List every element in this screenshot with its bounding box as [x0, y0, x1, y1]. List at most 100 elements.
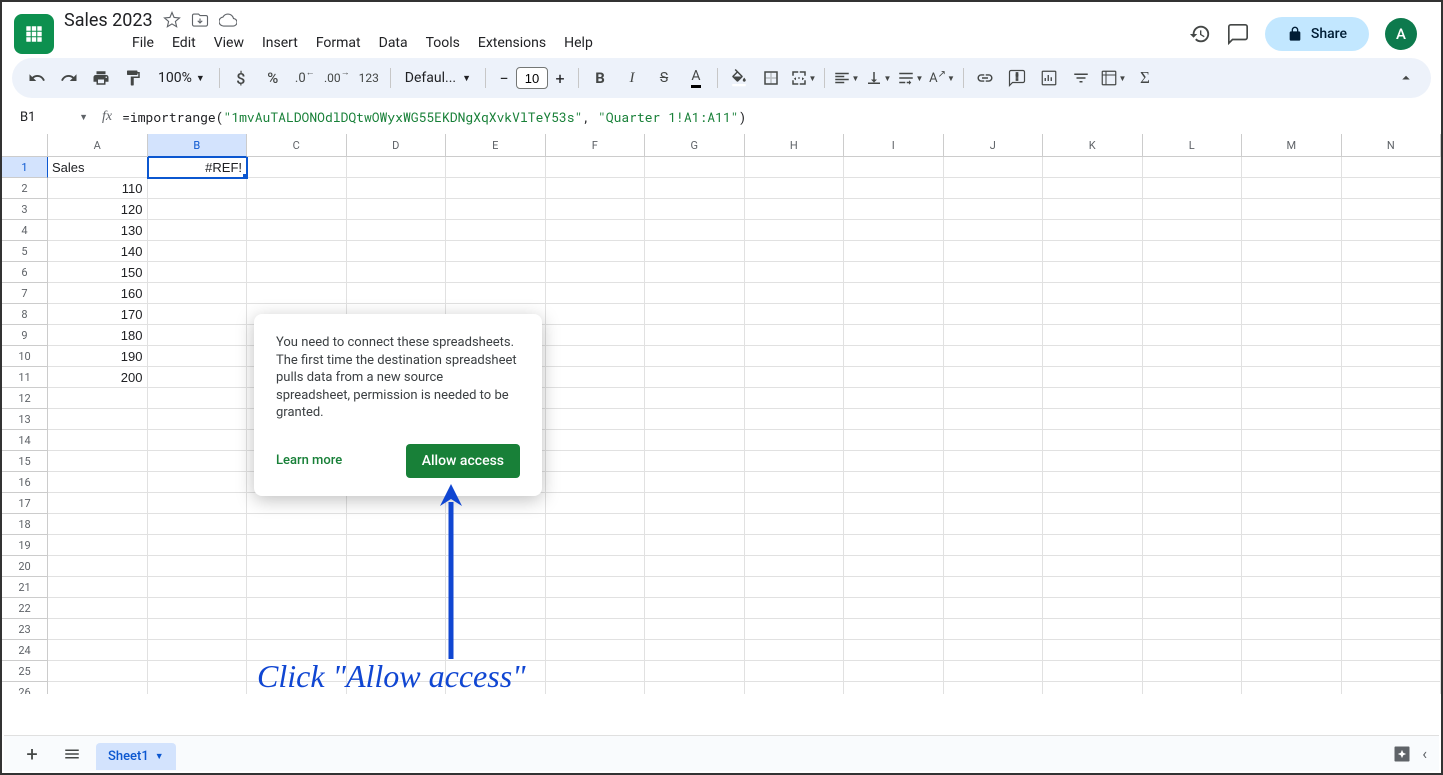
cell-K23[interactable]: [1043, 619, 1143, 640]
collapse-toolbar-button[interactable]: [1391, 63, 1421, 93]
cell-K12[interactable]: [1043, 388, 1143, 409]
cell-K6[interactable]: [1043, 262, 1143, 283]
col-header-G[interactable]: G: [645, 134, 745, 157]
row-header-19[interactable]: 19: [2, 535, 48, 556]
cell-N21[interactable]: [1342, 577, 1442, 598]
cell-F18[interactable]: [546, 514, 646, 535]
row-header-22[interactable]: 22: [2, 598, 48, 619]
learn-more-link[interactable]: Learn more: [276, 453, 342, 468]
cell-L10[interactable]: [1143, 346, 1243, 367]
cell-I4[interactable]: [844, 220, 944, 241]
cell-G1[interactable]: [645, 157, 745, 178]
menu-format[interactable]: Format: [308, 31, 369, 55]
cell-A21[interactable]: [48, 577, 148, 598]
col-header-A[interactable]: A: [48, 134, 148, 157]
cell-I16[interactable]: [844, 472, 944, 493]
cell-J15[interactable]: [944, 451, 1044, 472]
cell-K15[interactable]: [1043, 451, 1143, 472]
row-header-17[interactable]: 17: [2, 493, 48, 514]
cell-I8[interactable]: [844, 304, 944, 325]
cell-H6[interactable]: [745, 262, 845, 283]
col-header-D[interactable]: D: [347, 134, 447, 157]
cell-B15[interactable]: [148, 451, 248, 472]
cell-K13[interactable]: [1043, 409, 1143, 430]
col-header-H[interactable]: H: [745, 134, 845, 157]
cell-L11[interactable]: [1143, 367, 1243, 388]
col-header-J[interactable]: J: [944, 134, 1044, 157]
cell-A24[interactable]: [48, 640, 148, 661]
cell-H22[interactable]: [745, 598, 845, 619]
cell-H23[interactable]: [745, 619, 845, 640]
cell-H25[interactable]: [745, 661, 845, 682]
menu-view[interactable]: View: [206, 31, 252, 55]
text-wrap-button[interactable]: ▼: [895, 63, 925, 93]
cell-N14[interactable]: [1342, 430, 1442, 451]
cell-H26[interactable]: [745, 682, 845, 694]
cell-G5[interactable]: [645, 241, 745, 262]
row-header-21[interactable]: 21: [2, 577, 48, 598]
cell-G23[interactable]: [645, 619, 745, 640]
cell-I20[interactable]: [844, 556, 944, 577]
text-rotation-button[interactable]: A↗▼: [927, 63, 957, 93]
cell-J3[interactable]: [944, 199, 1044, 220]
cell-J26[interactable]: [944, 682, 1044, 694]
cell-J2[interactable]: [944, 178, 1044, 199]
col-header-C[interactable]: C: [247, 134, 347, 157]
cell-G2[interactable]: [645, 178, 745, 199]
cell-K7[interactable]: [1043, 283, 1143, 304]
select-all-corner[interactable]: [2, 134, 48, 157]
cell-F26[interactable]: [546, 682, 646, 694]
cell-L26[interactable]: [1143, 682, 1243, 694]
col-header-M[interactable]: M: [1242, 134, 1342, 157]
cell-D7[interactable]: [347, 283, 447, 304]
cell-G3[interactable]: [645, 199, 745, 220]
cell-K18[interactable]: [1043, 514, 1143, 535]
cell-N15[interactable]: [1342, 451, 1442, 472]
cell-B9[interactable]: [148, 325, 248, 346]
cell-K26[interactable]: [1043, 682, 1143, 694]
cell-F12[interactable]: [546, 388, 646, 409]
cell-M14[interactable]: [1242, 430, 1342, 451]
cell-F24[interactable]: [546, 640, 646, 661]
cell-G13[interactable]: [645, 409, 745, 430]
cell-F25[interactable]: [546, 661, 646, 682]
cell-C7[interactable]: [247, 283, 347, 304]
row-header-12[interactable]: 12: [2, 388, 48, 409]
cell-K25[interactable]: [1043, 661, 1143, 682]
cell-M25[interactable]: [1242, 661, 1342, 682]
cell-G8[interactable]: [645, 304, 745, 325]
cell-H8[interactable]: [745, 304, 845, 325]
cell-E3[interactable]: [446, 199, 546, 220]
cell-L4[interactable]: [1143, 220, 1243, 241]
cell-N1[interactable]: [1342, 157, 1442, 178]
insert-comment-button[interactable]: [1002, 63, 1032, 93]
col-header-B[interactable]: B: [148, 134, 248, 157]
cell-M8[interactable]: [1242, 304, 1342, 325]
cell-I14[interactable]: [844, 430, 944, 451]
cell-H2[interactable]: [745, 178, 845, 199]
cell-N5[interactable]: [1342, 241, 1442, 262]
add-sheet-button[interactable]: +: [16, 739, 48, 769]
menu-extensions[interactable]: Extensions: [470, 31, 554, 55]
cell-D4[interactable]: [347, 220, 447, 241]
cell-A4[interactable]: 130: [48, 220, 148, 241]
cell-G11[interactable]: [645, 367, 745, 388]
cell-G25[interactable]: [645, 661, 745, 682]
cell-L18[interactable]: [1143, 514, 1243, 535]
cell-F23[interactable]: [546, 619, 646, 640]
cell-I26[interactable]: [844, 682, 944, 694]
cell-L12[interactable]: [1143, 388, 1243, 409]
menu-edit[interactable]: Edit: [164, 31, 204, 55]
cell-B17[interactable]: [148, 493, 248, 514]
cell-B8[interactable]: [148, 304, 248, 325]
share-button[interactable]: Share: [1265, 17, 1369, 51]
cell-A15[interactable]: [48, 451, 148, 472]
cell-A22[interactable]: [48, 598, 148, 619]
cell-A25[interactable]: [48, 661, 148, 682]
cell-J24[interactable]: [944, 640, 1044, 661]
cell-N16[interactable]: [1342, 472, 1442, 493]
cell-F8[interactable]: [546, 304, 646, 325]
cell-J8[interactable]: [944, 304, 1044, 325]
cell-G18[interactable]: [645, 514, 745, 535]
cell-G22[interactable]: [645, 598, 745, 619]
